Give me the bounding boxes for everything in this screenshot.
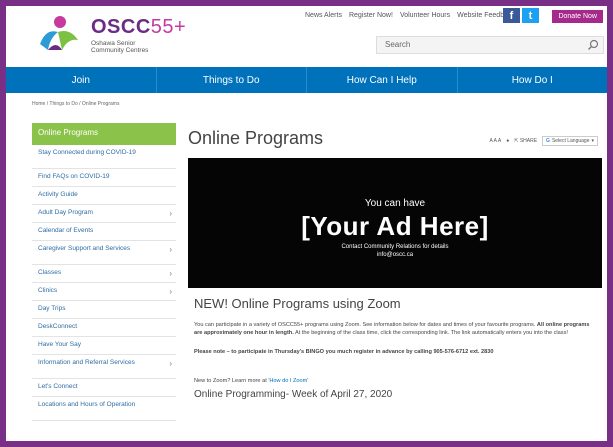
sidebar-item[interactable]: DeskConnect [32,319,176,337]
nav-how-do-i[interactable]: How Do I [458,67,608,93]
sidebar-item-label: Stay Connected during COVID-19 [38,149,136,156]
sidebar-item[interactable]: Clinics › [32,283,176,301]
search-icon[interactable] [587,39,599,51]
ad-line-4: info@oscc.ca [376,252,414,258]
sidebar-item[interactable]: Locations and Hours of Operation [32,397,176,421]
sidebar-item[interactable]: Calendar of Events [32,223,176,241]
bingo-note: Please note – to participate in Thursday… [194,349,494,355]
search-input[interactable]: Search [376,36,604,54]
page-tools: A A A ● ⇱ SHARE G Select Language ▾ [490,136,598,146]
chevron-right-icon: › [169,359,172,368]
sidebar-heading[interactable]: Online Programs [32,123,176,145]
main-content: Online Programs A A A ● ⇱ SHARE G Select … [188,123,604,400]
sidebar-item-label: Day Trips [38,305,66,312]
sidebar-item[interactable]: Caregiver Support and Services › [32,241,176,265]
zoom-heading: NEW! Online Programs using Zoom [194,296,401,311]
sidebar-item[interactable]: Have Your Say [32,337,176,355]
main-nav: Join Things to Do How Can I Help How Do … [6,67,607,93]
sidebar-item[interactable]: Information and Referral Services › [32,355,176,379]
logo-sub-line1: Oshawa Senior [91,40,136,47]
sidebar-item-label: Activity Guide [38,191,78,198]
search-placeholder: Search [385,40,411,49]
sidebar-item[interactable]: Find FAQs on COVID-19 [32,169,176,187]
sidebar-item-label: Find FAQs on COVID-19 [38,173,110,180]
logo-main-text: OSCC [91,16,151,38]
facebook-icon[interactable]: f [503,8,520,23]
social-links: f t [503,8,539,23]
share-label: SHARE [519,138,538,144]
sidebar-item-label: Let's Connect [38,383,78,390]
intro-paragraph: You can participate in a variety of OSCC… [194,321,599,337]
week-heading: Online Programming- Week of April 27, 20… [194,389,393,400]
share-button[interactable]: ⇱ SHARE [514,138,537,144]
ad-banner[interactable]: You can have [Your Ad Here] Contact Comm… [188,158,602,288]
sidebar-item-label: Clinics [38,287,58,294]
donate-button[interactable]: Donate Now [552,10,603,23]
text-size-control[interactable]: A A A [490,138,502,144]
logo-text[interactable]: OSCC55+ Oshawa Senior Community Centres [91,16,186,54]
google-icon: G [546,138,550,144]
print-icon[interactable]: ● [506,138,509,144]
chevron-right-icon: › [169,287,172,296]
sidebar-item-label: Locations and Hours of Operation [38,401,136,408]
how-do-i-zoom-link[interactable]: 'How do I Zoom' [268,378,308,384]
sidebar-item-label: Classes [38,269,62,276]
zoom-help-paragraph: New to Zoom? Learn more at 'How do I Zoo… [194,377,599,385]
link-news-alerts[interactable]: News Alerts [305,12,342,19]
sidebar-item[interactable]: Let's Connect [32,379,176,397]
ad-line-2: [Your Ad Here] [301,211,489,241]
nav-join[interactable]: Join [6,67,157,93]
twitter-icon[interactable]: t [522,8,539,23]
logo-subtitle: Oshawa Senior Community Centres [91,40,186,54]
sidebar: Online Programs Stay Connected during CO… [32,123,176,421]
intro-text-c: At the beginning of the class time, clic… [293,330,568,336]
chevron-right-icon: › [169,245,172,254]
sidebar-item[interactable]: Activity Guide [32,187,176,205]
logo-suffix: 55+ [150,16,187,38]
link-volunteer-hours[interactable]: Volunteer Hours [400,12,450,19]
share-icon: ⇱ [514,138,519,144]
zoom-help-text: New to Zoom? Learn more at [194,378,269,384]
sidebar-item[interactable]: Day Trips [32,301,176,319]
ad-line-1: You can have [364,198,426,209]
language-select-label: Select Language [551,138,590,144]
breadcrumb[interactable]: Home / Things to Do / Online Programs [32,101,119,107]
logo-icon[interactable] [36,14,82,54]
ad-line-3: Contact Community Relations for details [341,244,449,250]
logo-sub-line2: Community Centres [91,47,149,54]
chevron-right-icon: › [169,269,172,278]
sidebar-item-label: Caregiver Support and Services [38,245,131,252]
sidebar-item-label: Calendar of Events [38,227,94,234]
chevron-down-icon: ▾ [591,138,594,144]
sidebar-item-label: Have Your Say [38,341,82,348]
sidebar-item-label: Information and Referral Services [38,359,135,366]
language-select[interactable]: G Select Language ▾ [542,136,598,146]
sidebar-list: Stay Connected during COVID-19 Find FAQs … [32,145,176,421]
link-register-now[interactable]: Register Now! [349,12,393,19]
intro-text-a: You can participate in a variety of OSCC… [194,322,537,328]
sidebar-item[interactable]: Classes › [32,265,176,283]
page-frame: OSCC55+ Oshawa Senior Community Centres … [6,6,607,441]
sidebar-item-label: Adult Day Program [38,209,93,216]
sidebar-item[interactable]: Adult Day Program › [32,205,176,223]
utility-links: News Alerts Register Now! Volunteer Hour… [305,12,515,19]
sidebar-item-label: DeskConnect [38,323,78,330]
nav-how-can-i-help[interactable]: How Can I Help [307,67,458,93]
chevron-right-icon: › [169,209,172,218]
sidebar-item[interactable]: Stay Connected during COVID-19 [32,145,176,169]
nav-things-to-do[interactable]: Things to Do [157,67,307,93]
site-header: OSCC55+ Oshawa Senior Community Centres … [6,6,607,64]
